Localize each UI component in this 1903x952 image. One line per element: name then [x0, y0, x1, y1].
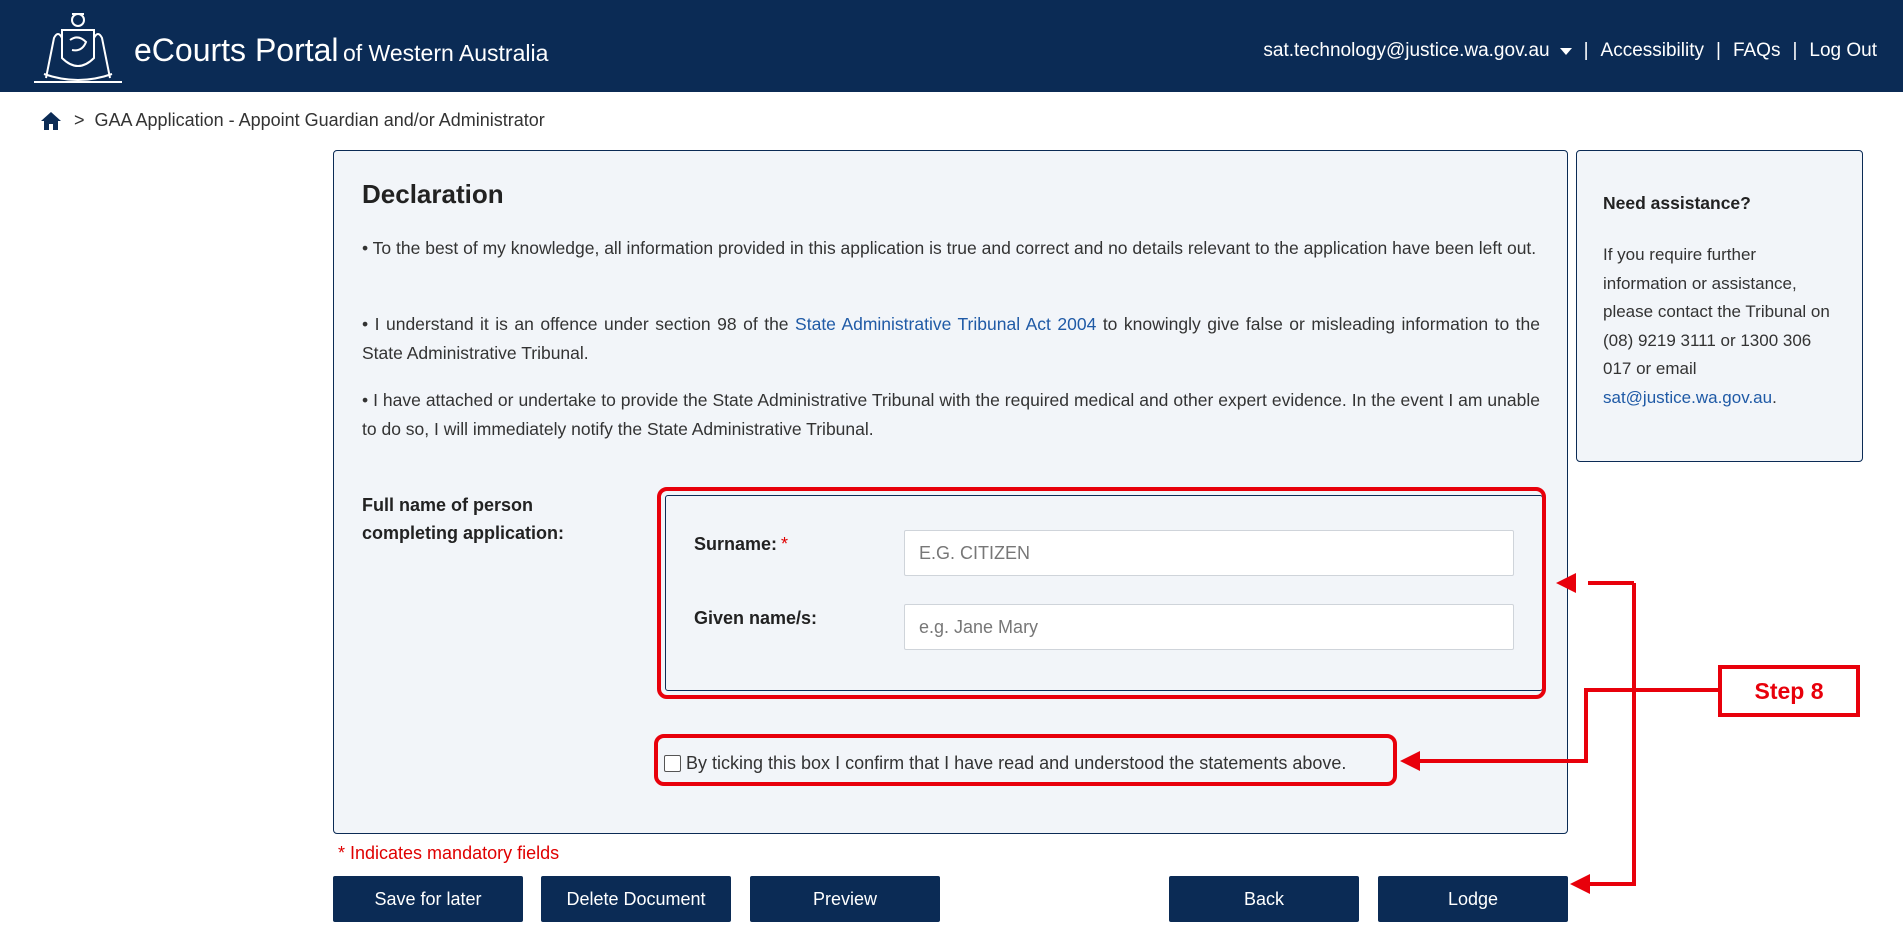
required-marker: *	[781, 534, 789, 554]
lodge-button[interactable]: Lodge	[1378, 876, 1568, 922]
surname-label-text: Surname:	[694, 534, 778, 554]
name-fields-panel: Surname:* Given name/s:	[665, 495, 1543, 691]
confirm-checkbox-row[interactable]: By ticking this box I confirm that I hav…	[664, 753, 1346, 774]
breadcrumb-current: GAA Application - Appoint Guardian and/o…	[94, 110, 545, 130]
user-menu[interactable]: sat.technology@justice.wa.gov.au	[1263, 40, 1572, 62]
accessibility-link[interactable]: Accessibility	[1601, 40, 1704, 62]
assistance-panel: Need assistance? If you require further …	[1576, 150, 1863, 462]
arrow-to-name-fields	[1588, 583, 1636, 886]
nav-separator: |	[1583, 40, 1589, 61]
statement-1: • To the best of my knowledge, all infor…	[362, 238, 1537, 258]
given-names-input[interactable]	[904, 604, 1514, 650]
breadcrumb: > GAA Application - Appoint Guardian and…	[40, 110, 545, 131]
top-nav: sat.technology@justice.wa.gov.au | Acces…	[1263, 40, 1877, 62]
assistance-email-link[interactable]: sat@justice.wa.gov.au	[1603, 388, 1772, 407]
delete-document-button[interactable]: Delete Document	[541, 876, 731, 922]
nav-separator: |	[1716, 40, 1721, 61]
full-name-label: Full name of person completing applicati…	[362, 495, 565, 543]
save-for-later-button[interactable]: Save for later	[333, 876, 523, 922]
brand-sub: of Western Australia	[342, 40, 549, 66]
surname-label: Surname: *	[694, 534, 788, 555]
surname-input[interactable]	[904, 530, 1514, 576]
declaration-card: Declaration • To the best of my knowledg…	[333, 150, 1568, 834]
back-button[interactable]: Back	[1169, 876, 1359, 922]
user-email: sat.technology@justice.wa.gov.au	[1263, 40, 1550, 61]
mandatory-note: * Indicates mandatory fields	[338, 843, 560, 863]
statement-2: • I understand it is an offence under se…	[362, 310, 1540, 368]
assistance-text: If you require further information or as…	[1603, 245, 1830, 378]
preview-button[interactable]: Preview	[750, 876, 940, 922]
wa-coat-of-arms-logo	[34, 13, 122, 83]
arrowhead-lodge	[1570, 874, 1590, 894]
given-names-label: Given name/s:	[694, 608, 818, 628]
declaration-title: Declaration	[362, 179, 504, 209]
caret-down-icon	[1559, 47, 1572, 55]
top-bar: eCourts Portal of Western Australia sat.…	[0, 0, 1903, 92]
statement-2-prefix: • I understand it is an offence under se…	[362, 314, 796, 334]
home-icon[interactable]	[40, 111, 62, 131]
annotation-step-label: Step 8	[1718, 665, 1860, 717]
faqs-link[interactable]: FAQs	[1733, 40, 1781, 62]
confirm-checkbox[interactable]	[664, 755, 681, 772]
confirm-label: By ticking this box I confirm that I hav…	[686, 753, 1347, 773]
nav-separator: |	[1792, 40, 1798, 61]
brand-main: eCourts Portal	[134, 32, 339, 68]
sat-act-link[interactable]: State Administrative Tribunal Act 2004	[795, 314, 1096, 334]
breadcrumb-separator: >	[74, 110, 85, 130]
assistance-trailing: .	[1772, 387, 1777, 407]
statement-3: • I have attached or undertake to provid…	[362, 390, 1540, 439]
assistance-title: Need assistance?	[1603, 193, 1751, 213]
logout-link[interactable]: Log Out	[1809, 40, 1877, 62]
brand-title[interactable]: eCourts Portal of Western Australia	[134, 32, 548, 69]
assistance-body: If you require further information or as…	[1603, 241, 1843, 412]
